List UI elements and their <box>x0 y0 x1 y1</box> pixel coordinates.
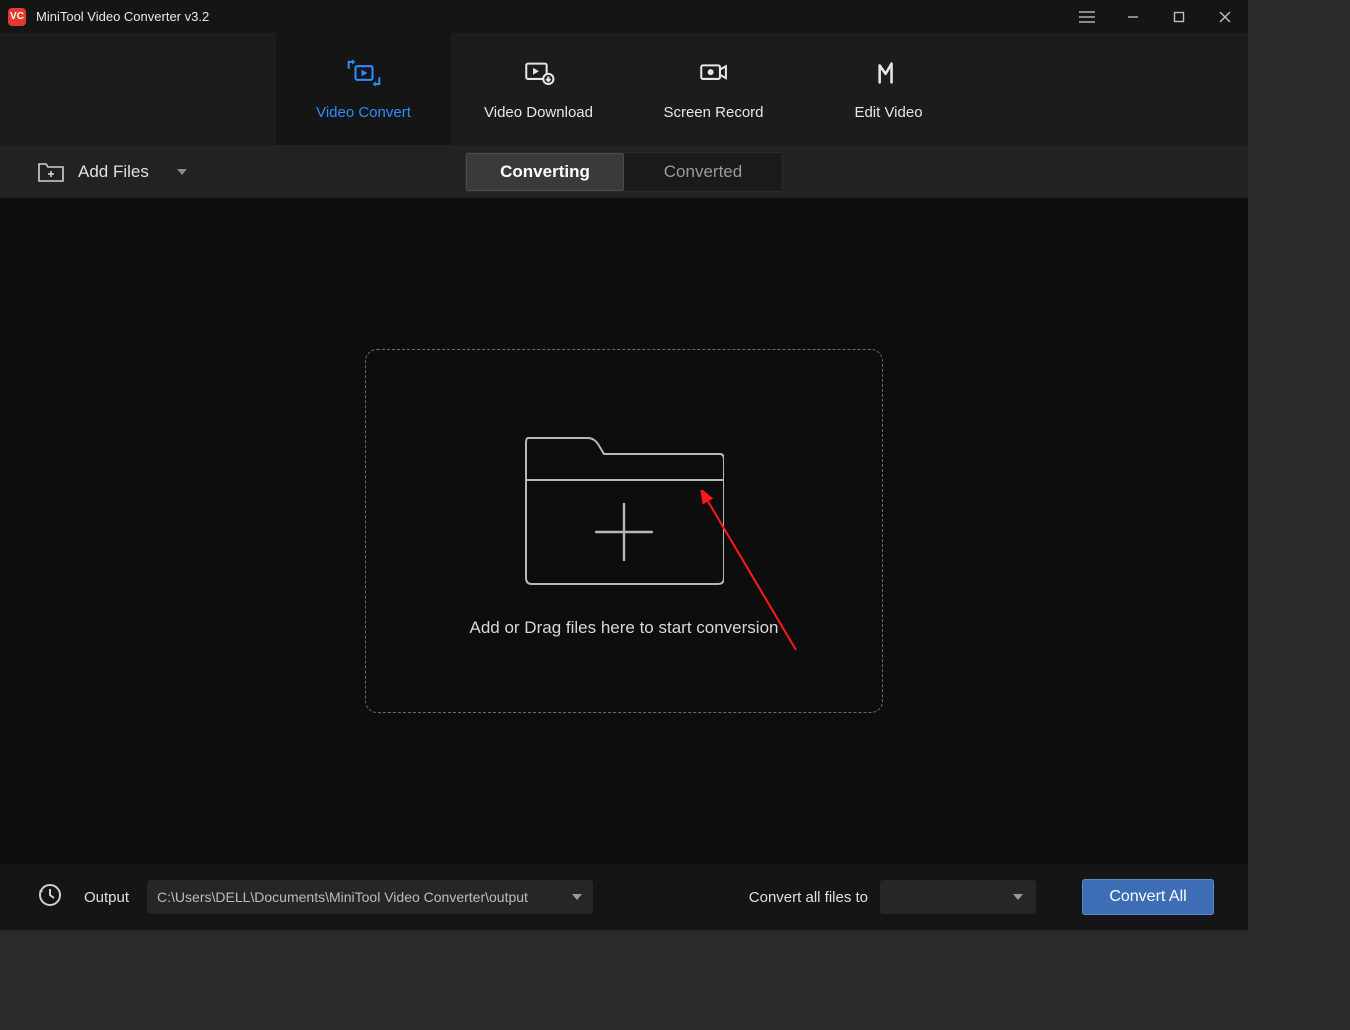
drop-zone[interactable]: Add or Drag files here to start conversi… <box>365 349 883 713</box>
add-files-button[interactable]: Add Files <box>0 161 189 183</box>
chevron-down-icon <box>175 165 189 179</box>
nav-label: Edit Video <box>854 104 922 121</box>
screen-record-icon <box>697 58 731 88</box>
status-segment: Converting Converted <box>465 152 783 192</box>
title-bar: VC MiniTool Video Converter v3.2 <box>0 0 1248 33</box>
app-logo-icon: VC <box>8 8 26 26</box>
tab-converted[interactable]: Converted <box>624 153 782 191</box>
video-convert-icon <box>347 58 381 88</box>
output-label: Output <box>84 889 129 906</box>
history-button[interactable] <box>38 883 62 912</box>
window-title: MiniTool Video Converter v3.2 <box>36 9 209 24</box>
bottom-bar: Output C:\Users\DELL\Documents\MiniTool … <box>0 864 1248 930</box>
close-button[interactable] <box>1202 0 1248 33</box>
add-folder-icon <box>38 161 64 183</box>
video-download-icon <box>522 58 556 88</box>
minimize-button[interactable] <box>1110 0 1156 33</box>
hamburger-menu-button[interactable] <box>1064 0 1110 33</box>
nav-label: Video Convert <box>316 104 411 121</box>
folder-plus-icon <box>524 424 724 586</box>
tab-screen-record[interactable]: Screen Record <box>626 33 801 145</box>
main-nav: Video Convert Video Download <box>0 33 1248 145</box>
tab-converting[interactable]: Converting <box>466 153 624 191</box>
chevron-down-icon <box>571 891 583 903</box>
convert-all-button[interactable]: Convert All <box>1082 879 1214 915</box>
tab-video-download[interactable]: Video Download <box>451 33 626 145</box>
main-area: Add or Drag files here to start conversi… <box>0 198 1248 864</box>
add-files-label: Add Files <box>78 162 149 182</box>
maximize-button[interactable] <box>1156 0 1202 33</box>
output-path-dropdown[interactable]: C:\Users\DELL\Documents\MiniTool Video C… <box>147 880 593 914</box>
convert-all-to-label: Convert all files to <box>749 889 868 906</box>
tab-video-convert[interactable]: Video Convert <box>276 33 451 145</box>
chevron-down-icon <box>1012 891 1024 903</box>
output-format-dropdown[interactable] <box>880 880 1036 914</box>
nav-label: Video Download <box>484 104 593 121</box>
drop-zone-text: Add or Drag files here to start conversi… <box>470 618 779 638</box>
toolbar: Add Files Converting Converted <box>0 145 1248 198</box>
nav-label: Screen Record <box>663 104 763 121</box>
tab-edit-video[interactable]: Edit Video <box>801 33 976 145</box>
output-path-value: C:\Users\DELL\Documents\MiniTool Video C… <box>157 889 563 905</box>
edit-video-icon <box>872 58 906 88</box>
